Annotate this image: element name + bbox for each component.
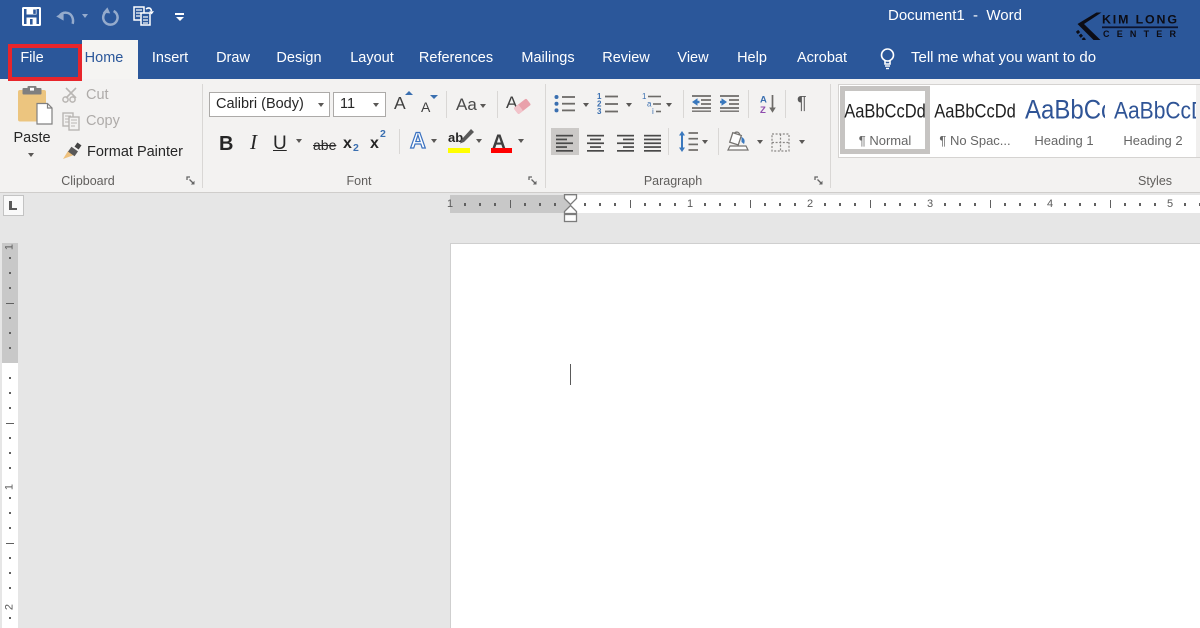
svg-text:Z: Z	[760, 105, 766, 114]
svg-text:CENTER: CENTER	[1103, 29, 1177, 39]
svg-text:A: A	[760, 95, 767, 106]
svg-text:KIM LONG: KIM LONG	[1102, 13, 1177, 27]
svg-text:i: i	[652, 107, 654, 115]
svg-text:3: 3	[597, 107, 602, 115]
